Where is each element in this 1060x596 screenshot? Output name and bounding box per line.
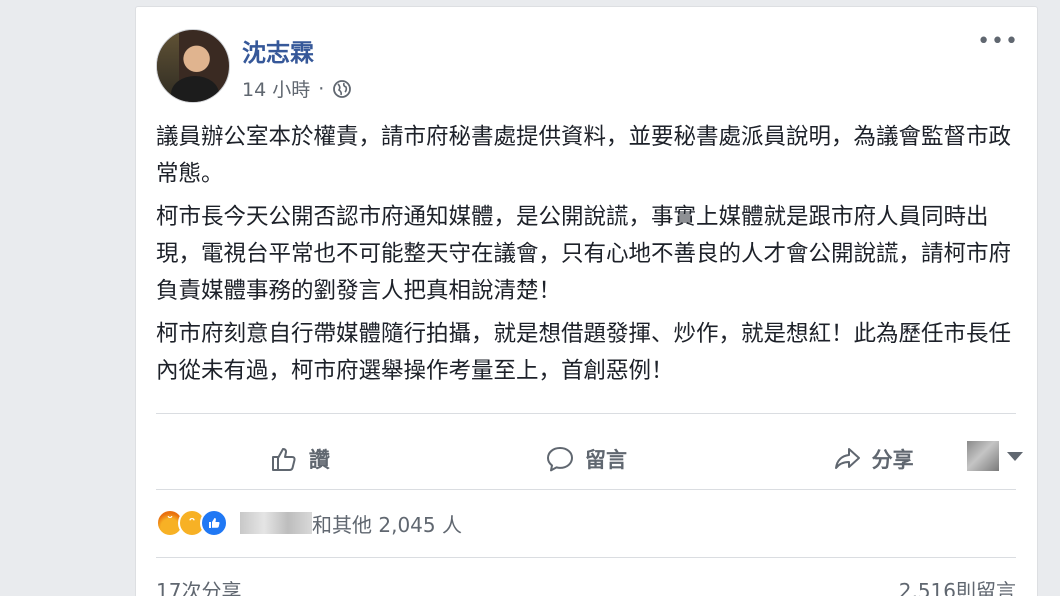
facebook-post: 沈志霖 14 小時 · ••• 議員辦公室本於權責，請市府秘書處提供資料，並要秘… xyxy=(135,6,1038,596)
post-stats: 17次分享 2,516則留言 xyxy=(156,575,1016,596)
like-button[interactable]: 讚 xyxy=(156,444,443,474)
avatar[interactable] xyxy=(156,29,230,103)
post-paragraph: 議員辦公室本於權責，請市府秘書處提供資料，並要秘書處派員說明，為議會監督市政常態… xyxy=(156,124,1012,187)
author-name[interactable]: 沈志霖 xyxy=(242,33,314,68)
thumbs-up-icon xyxy=(271,448,296,471)
post-body: 議員辦公室本於權責，請市府秘書處提供資料，並要秘書處派員說明，為議會監督市政常態… xyxy=(156,119,1016,396)
action-bar: 讚 留言 分享 xyxy=(156,427,1016,491)
like-icon xyxy=(200,509,228,537)
reactions-count: 和其他 2,045 人 xyxy=(312,512,462,537)
comment-icon xyxy=(547,447,573,472)
reactions-summary[interactable]: ˘ ᵔ 和其他 2,045 人 xyxy=(156,507,462,539)
post-meta: 14 小時 · xyxy=(242,75,352,102)
share-icon xyxy=(834,448,860,469)
post-paragraph: 柯市府刻意自行帶媒體隨行拍攝，就是想借題發揮、炒作，就是想紅！此為歷任市長任內從… xyxy=(156,321,1012,384)
like-label: 讚 xyxy=(308,448,330,472)
post-paragraph: 柯市長今天公開否認市府通知媒體，是公開說謊，事實上媒體就是跟市府人員同時出現，電… xyxy=(156,204,1012,304)
timestamp[interactable]: 14 小時 xyxy=(242,75,310,102)
divider xyxy=(156,557,1016,558)
blurred-name xyxy=(240,512,312,534)
shares-count[interactable]: 17次分享 xyxy=(156,575,241,596)
page-edge xyxy=(1038,0,1060,596)
globe-icon[interactable] xyxy=(332,79,352,99)
audience-selector[interactable] xyxy=(967,441,1023,471)
pixelated-avatar xyxy=(967,441,999,471)
comment-label: 留言 xyxy=(585,448,627,472)
chevron-down-icon xyxy=(1007,451,1023,461)
separator-dot: · xyxy=(318,77,325,100)
avatar-shirt xyxy=(171,76,219,102)
divider xyxy=(156,489,1016,490)
divider xyxy=(156,413,1016,414)
more-icon[interactable]: ••• xyxy=(977,31,1019,53)
comment-button[interactable]: 留言 xyxy=(443,444,730,474)
share-label: 分享 xyxy=(871,448,914,472)
comments-count[interactable]: 2,516則留言 xyxy=(899,575,1016,596)
